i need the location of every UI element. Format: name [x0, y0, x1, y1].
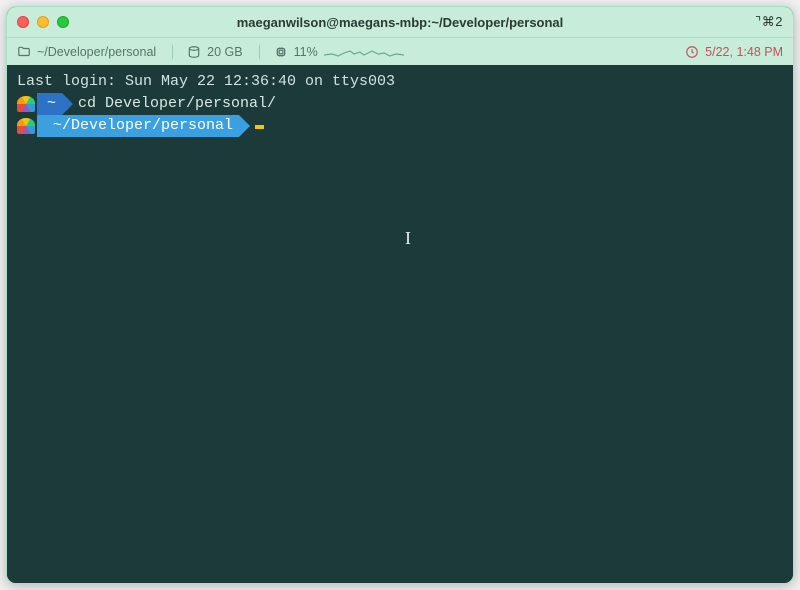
status-datetime-text: 5/22, 1:48 PM [705, 45, 783, 59]
status-cwd-text: ~/Developer/personal [37, 45, 156, 59]
window-title: maeganwilson@maegans-mbp:~/Developer/per… [7, 15, 793, 30]
prompt-home-text: ~ [47, 93, 56, 115]
status-cwd[interactable]: ~/Developer/personal [17, 45, 156, 59]
window-shortcut-label: ⌝⌘2 [755, 14, 783, 30]
status-disk-text: 20 GB [207, 45, 242, 59]
prompt-path-text: ~/Developer/personal [53, 115, 233, 137]
status-bar: ~/Developer/personal 20 GB 11% 5/22, 1:4… [7, 37, 793, 65]
terminal-area[interactable]: Last login: Sun May 22 12:36:40 on ttys0… [7, 65, 793, 583]
folder-icon [17, 45, 31, 59]
prompt-home-segment: ~ [37, 93, 62, 115]
rainbow-icon [17, 96, 35, 112]
disk-icon [187, 45, 201, 59]
rainbow-icon [17, 118, 35, 134]
status-cpu[interactable]: 11% [259, 45, 404, 59]
cursor [255, 125, 264, 129]
command-text: cd Developer/personal/ [78, 93, 276, 115]
terminal-window: maeganwilson@maegans-mbp:~/Developer/per… [6, 6, 794, 584]
status-datetime[interactable]: 5/22, 1:48 PM [685, 45, 783, 59]
titlebar[interactable]: maeganwilson@maegans-mbp:~/Developer/per… [7, 7, 793, 37]
scrollbar[interactable] [779, 65, 791, 583]
status-cpu-text: 11% [294, 45, 318, 59]
cpu-icon [274, 45, 288, 59]
prompt-path-segment: ~/Developer/personal [37, 115, 239, 137]
status-disk[interactable]: 20 GB [172, 45, 242, 59]
cpu-sparkline [324, 45, 404, 59]
clock-icon [685, 45, 699, 59]
zoom-icon[interactable] [57, 16, 69, 28]
last-login-line: Last login: Sun May 22 12:36:40 on ttys0… [17, 71, 783, 93]
close-icon[interactable] [17, 16, 29, 28]
prompt-line-1: ~ cd Developer/personal/ [17, 93, 783, 115]
traffic-lights [17, 16, 69, 28]
prompt-line-2: ~/Developer/personal [17, 115, 783, 137]
ibeam-cursor-icon: I [405, 225, 411, 251]
minimize-icon[interactable] [37, 16, 49, 28]
